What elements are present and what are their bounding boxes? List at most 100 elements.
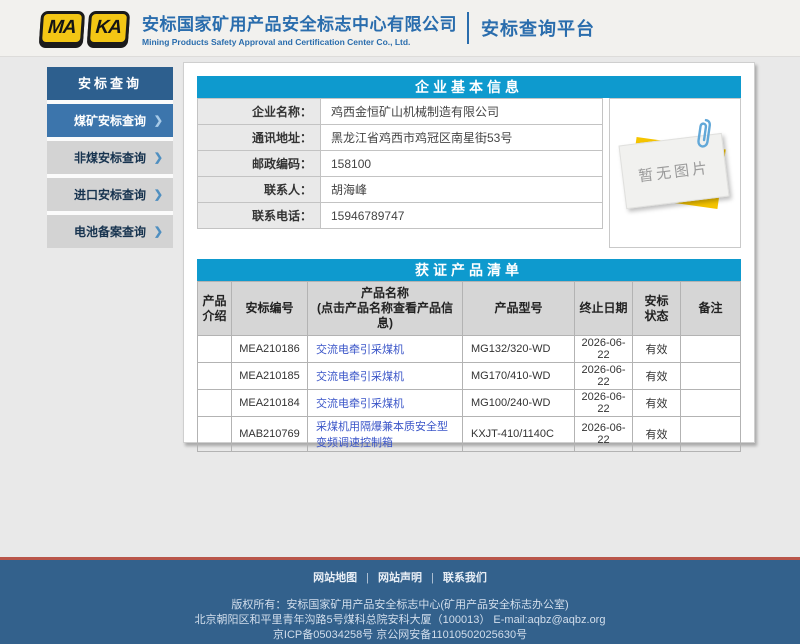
company-info-table: 企业名称：鸡西金恒矿山机械制造有限公司通讯地址：黑龙江省鸡西市鸡冠区南星街53号… <box>197 98 603 229</box>
content-panel: 企业基本信息 企业名称：鸡西金恒矿山机械制造有限公司通讯地址：黑龙江省鸡西市鸡冠… <box>183 62 755 443</box>
table-row: MEA210185交流电牵引采煤机MG170/410-WD2026-06-22有… <box>198 363 741 390</box>
remark-cell <box>681 363 741 390</box>
copyright-line: 版权所有：安标国家矿用产品安全标志中心(矿用产品安全标志办公室) <box>0 598 800 613</box>
org-name-en: Mining Products Safety Approval and Cert… <box>142 37 457 47</box>
info-label: 企业名称： <box>198 99 321 125</box>
footer-link[interactable]: 网站地图 <box>313 572 357 584</box>
sidebar-item-label: 进口安标查询 <box>74 186 146 203</box>
page: MA KA 安标国家矿用产品安全标志中心有限公司 Mining Products… <box>0 0 800 644</box>
product-table-column-header: 产品型号 <box>463 282 575 336</box>
product-name-link[interactable]: 交流电牵引采煤机 <box>316 344 404 356</box>
product-model-cell: MG132/320-WD <box>463 336 575 363</box>
status-cell: 有效 <box>633 390 681 417</box>
product-list-header: 获证产品清单 <box>197 259 741 281</box>
sidebar-item[interactable]: 非煤安标查询❯ <box>47 141 173 174</box>
info-value: 15946789747 <box>321 203 603 229</box>
company-info-row: 联系人：胡海峰 <box>198 177 603 203</box>
company-info-tbody: 企业名称：鸡西金恒矿山机械制造有限公司通讯地址：黑龙江省鸡西市鸡冠区南星街53号… <box>198 99 603 229</box>
footer-links: 网站地图 | 网站声明 | 联系我们 <box>0 569 800 585</box>
main-area: 安标查询 煤矿安标查询❯非煤安标查询❯进口安标查询❯电池备案查询❯ 企业基本信息… <box>0 57 800 557</box>
company-info-row: 邮政编码：158100 <box>198 151 603 177</box>
sidebar-item[interactable]: 煤矿安标查询 ❯ <box>47 104 173 137</box>
product-intro-cell <box>198 363 232 390</box>
chevron-right-icon: ❯ <box>154 114 163 127</box>
product-intro-cell <box>198 336 232 363</box>
status-cell: 有效 <box>633 417 681 452</box>
no-image-text: 暂无图片 <box>637 156 711 186</box>
remark-cell <box>681 390 741 417</box>
product-table-column-header: 产品名称 (点击产品名称查看产品信息) <box>308 282 463 336</box>
info-value: 158100 <box>321 151 603 177</box>
header-divider <box>467 12 469 44</box>
footer-link-separator: | <box>366 572 369 584</box>
company-info-section: 企业名称：鸡西金恒矿山机械制造有限公司通讯地址：黑龙江省鸡西市鸡冠区南星街53号… <box>197 98 741 248</box>
end-date-cell: 2026-06-22 <box>575 336 633 363</box>
info-label: 联系电话： <box>198 203 321 229</box>
footer: 网站地图 | 网站声明 | 联系我们 版权所有：安标国家矿用产品安全标志中心(矿用产品安… <box>0 560 800 644</box>
maka-logo: MA KA <box>39 11 130 45</box>
company-info-row: 通讯地址：黑龙江省鸡西市鸡冠区南星街53号 <box>198 125 603 151</box>
product-name-cell: 采煤机用隔爆兼本质安全型变频调速控制箱 <box>308 417 463 452</box>
product-name-cell: 交流电牵引采煤机 <box>308 363 463 390</box>
table-row: MEA210184 交流电牵引采煤机 MG100/240-WD2026-06-22有… <box>198 390 741 417</box>
cert-no-cell: MEA210184 <box>232 390 308 417</box>
info-label: 联系人： <box>198 177 321 203</box>
sidebar-item-label: 煤矿安标查询 <box>74 112 146 129</box>
sidebar-item[interactable]: 电池备案查询 ❯ <box>47 215 173 248</box>
sidebar-title: 安标查询 <box>47 67 173 100</box>
org-name-zh: 安标国家矿用产品安全标志中心有限公司 <box>142 10 457 35</box>
remark-cell <box>681 417 741 452</box>
cert-no-cell: MEA210186 <box>232 336 308 363</box>
product-name-link[interactable]: 交流电牵引采煤机 <box>316 398 404 410</box>
product-table-column-header: 安标编号 <box>232 282 308 336</box>
product-table-head: 产品 介绍安标编号产品名称 (点击产品名称查看产品信息)产品型号终止日期安标 状… <box>198 282 741 336</box>
company-info-row: 企业名称：鸡西金恒矿山机械制造有限公司 <box>198 99 603 125</box>
table-row: MAB210769 采煤机用隔爆兼本质安全型变频调速控制箱 KXJT-410/114… <box>198 417 741 452</box>
company-info-header: 企业基本信息 <box>197 76 741 98</box>
cert-no-cell: MEA210185 <box>232 363 308 390</box>
company-info-row: 联系电话：15946789747 <box>198 203 603 229</box>
product-intro-cell <box>198 390 232 417</box>
product-model-cell: MG100/240-WD <box>463 390 575 417</box>
end-date-cell: 2026-06-22 <box>575 363 633 390</box>
table-row: MEA210186 交流电牵引采煤机 MG132/320-WD2026-06-22有… <box>198 336 741 363</box>
product-table-column-header: 安标 状态 <box>633 282 681 336</box>
product-name-cell: 交流电牵引采煤机 <box>308 390 463 417</box>
product-name-link[interactable]: 交流电牵引采煤机 <box>316 371 404 383</box>
end-date-cell: 2026-06-22 <box>575 390 633 417</box>
no-image-box: 暂无图片 <box>609 98 741 248</box>
sidebar-item[interactable]: 进口安标查询 ❯ <box>47 178 173 211</box>
top-header: MA KA 安标国家矿用产品安全标志中心有限公司 Mining Products… <box>0 0 800 57</box>
product-table-column-header: 终止日期 <box>575 282 633 336</box>
logo-badge-ka: KA <box>86 11 130 45</box>
product-table-header-row: 产品 介绍安标编号产品名称 (点击产品名称查看产品信息)产品型号终止日期安标 状… <box>198 282 741 336</box>
footer-link-separator: | <box>431 572 434 584</box>
end-date-cell: 2026-06-22 <box>575 417 633 452</box>
sidebar: 安标查询 煤矿安标查询❯非煤安标查询❯进口安标查询❯电池备案查询❯ <box>47 67 173 248</box>
status-cell: 有效 <box>633 336 681 363</box>
info-label: 邮政编码： <box>198 151 321 177</box>
info-value: 黑龙江省鸡西市鸡冠区南星街53号 <box>321 125 603 151</box>
info-value: 胡海峰 <box>321 177 603 203</box>
cert-no-cell: MAB210769 <box>232 417 308 452</box>
product-table: 产品 介绍安标编号产品名称 (点击产品名称查看产品信息)产品型号终止日期安标 状… <box>197 281 741 452</box>
product-table-column-header: 产品 介绍 <box>198 282 232 336</box>
footer-copyright: 版权所有：安标国家矿用产品安全标志中心(矿用产品安全标志办公室)北京朝阳区和平里… <box>0 598 800 643</box>
footer-link[interactable]: 网站声明 <box>378 572 422 584</box>
info-value: 鸡西金恒矿山机械制造有限公司 <box>321 99 603 125</box>
sidebar-item-label: 电池备案查询 <box>74 223 146 240</box>
product-model-cell: MG170/410-WD <box>463 363 575 390</box>
platform-title: 安标查询平台 <box>481 15 595 41</box>
sidebar-menu: 煤矿安标查询❯非煤安标查询❯进口安标查询❯电池备案查询❯ <box>47 104 173 248</box>
chevron-right-icon: ❯ <box>154 188 163 201</box>
no-image-card: 暂无图片 <box>618 133 729 209</box>
chevron-right-icon: ❯ <box>154 225 163 238</box>
product-table-column-header: 备注 <box>681 282 741 336</box>
logo-badge-ma: MA <box>39 11 85 45</box>
copyright-line: 北京朝阳区和平里青年沟路5号煤科总院安科大厦（100013） E-mail:aq… <box>0 613 800 628</box>
footer-link[interactable]: 联系我们 <box>443 572 487 584</box>
chevron-right-icon: ❯ <box>154 151 163 164</box>
product-model-cell: KXJT-410/1140C <box>463 417 575 452</box>
product-table-body: MEA210186交流电牵引采煤机MG132/320-WD2026-06-22有… <box>198 336 741 452</box>
product-name-link[interactable]: 采煤机用隔爆兼本质安全型变频调速控制箱 <box>316 421 448 449</box>
